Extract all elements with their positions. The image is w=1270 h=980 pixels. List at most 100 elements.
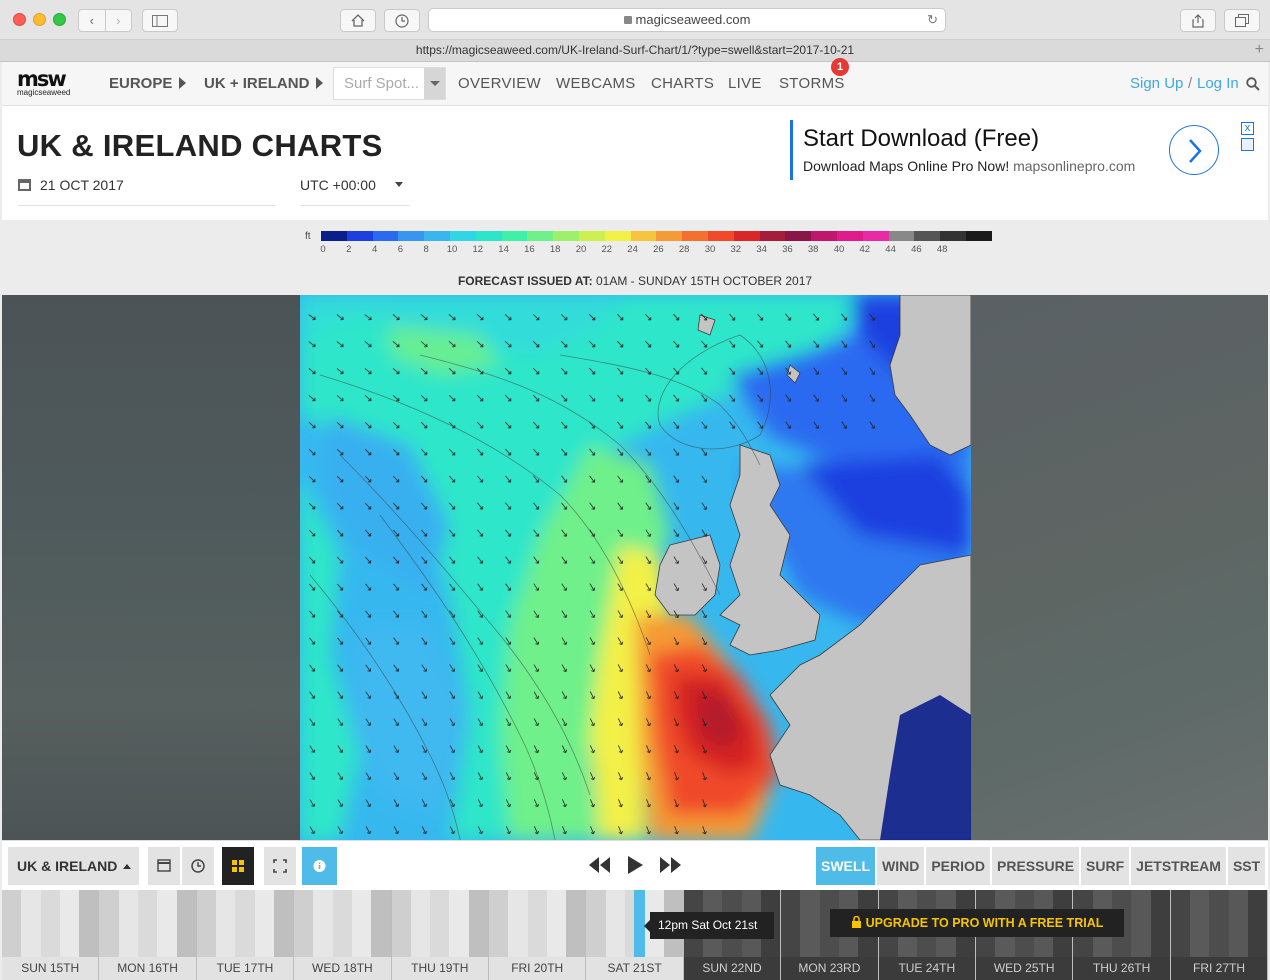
address-bar[interactable]: magicseaweed.com ↻	[428, 8, 946, 32]
sidebar-toggle-button[interactable]	[142, 9, 178, 32]
timeline-day[interactable]: SUN 15TH	[2, 890, 100, 980]
back-arrow-icon[interactable]: ‹	[79, 10, 105, 31]
ad-headline[interactable]: Start Download (Free)	[803, 125, 1039, 153]
nav-storms[interactable]: STORMS	[779, 75, 845, 92]
upgrade-pro-button[interactable]: UPGRADE TO PRO WITH A FREE TRIAL	[830, 909, 1124, 937]
tabs-button[interactable]	[1224, 9, 1260, 32]
timeline-day[interactable]: TUE 17TH	[196, 890, 295, 980]
timeline-hour-slot[interactable]	[586, 890, 606, 957]
timeline-hour-slot[interactable]	[1247, 890, 1268, 957]
play-icon[interactable]	[626, 853, 644, 877]
timeline-hour-slot[interactable]	[605, 890, 625, 957]
calendar-button[interactable]	[148, 847, 180, 885]
ad-close-icon[interactable]: x	[1241, 122, 1254, 135]
window-minimize-button[interactable]	[33, 13, 46, 26]
fullscreen-button[interactable]	[264, 847, 296, 885]
timeline-hour-slot[interactable]	[137, 890, 158, 957]
timeline-hour-slot[interactable]	[79, 890, 99, 957]
tab-period[interactable]: PERIOD	[926, 847, 991, 885]
surf-spot-select[interactable]: Surf Spot...	[333, 67, 446, 100]
timeline-hour-slot[interactable]	[566, 890, 586, 957]
tab-pressure[interactable]: PRESSURE	[992, 847, 1080, 885]
time-button[interactable]	[182, 847, 214, 885]
timeline-hour-slots[interactable]	[196, 890, 294, 957]
forecast-timeline[interactable]: FRI 27TH THU 26TH WED 25TH TUE 24TH MON 23RD…	[2, 890, 1268, 980]
swell-map[interactable]	[300, 295, 971, 840]
tab-sst[interactable]: SST	[1227, 847, 1266, 885]
timeline-hour-slot[interactable]	[800, 890, 820, 957]
timeline-day[interactable]: THU 19TH	[391, 890, 489, 980]
timeline-hour-slot[interactable]	[216, 890, 236, 957]
breadcrumb-uk-ireland[interactable]: UK + IRELAND	[204, 75, 324, 92]
timeline-hour-slot[interactable]	[196, 890, 217, 957]
timeline-hour-slot[interactable]	[489, 890, 509, 957]
fast-forward-icon[interactable]	[658, 853, 682, 877]
timeline-hour-slot[interactable]	[99, 890, 119, 957]
back-forward-buttons[interactable]: ‹ ›	[78, 9, 132, 32]
timeline-hour-slot[interactable]	[371, 890, 391, 957]
timeline-day[interactable]: FRI 20TH	[489, 890, 587, 980]
timeline-hour-slot[interactable]	[40, 890, 60, 957]
rewind-icon[interactable]	[588, 853, 612, 877]
timeline-hour-slot[interactable]	[410, 890, 431, 957]
nav-charts[interactable]: CHARTS	[651, 75, 714, 92]
timeline-hour-slot[interactable]	[449, 890, 469, 957]
timeline-hour-slot[interactable]	[527, 890, 547, 957]
timeline-hour-slot[interactable]	[508, 890, 528, 957]
timeline-hour-slot[interactable]	[1131, 890, 1151, 957]
timeline-hour-slot[interactable]	[176, 890, 196, 957]
breadcrumb-europe[interactable]: EUROPE	[109, 75, 187, 92]
timeline-hour-slot[interactable]	[313, 890, 333, 957]
home-button[interactable]	[340, 9, 376, 32]
history-button[interactable]	[384, 9, 420, 32]
timeline-hour-slot[interactable]	[1209, 890, 1229, 957]
sign-up-link[interactable]: Sign Up	[1130, 75, 1183, 92]
chart-area[interactable]	[2, 295, 1268, 840]
forward-arrow-icon[interactable]: ›	[104, 10, 132, 31]
timeline-hour-slot[interactable]	[294, 890, 314, 957]
dropdown-arrow-icon[interactable]	[424, 68, 445, 99]
timeline-hour-slot[interactable]	[391, 890, 411, 957]
timeline-hour-slot[interactable]	[1170, 890, 1191, 957]
tab-surf[interactable]: SURF	[1081, 847, 1130, 885]
timeline-hour-slot[interactable]	[781, 890, 801, 957]
timeline-hour-slot[interactable]	[468, 890, 488, 957]
nav-live[interactable]: LIVE	[728, 75, 762, 92]
timezone-select[interactable]: UTC +00:00	[300, 174, 410, 206]
timeline-hour-slot[interactable]	[352, 890, 372, 957]
timeline-hour-slot[interactable]	[254, 890, 274, 957]
timeline-hour-slots[interactable]	[391, 890, 488, 957]
timeline-hour-slots[interactable]	[99, 890, 196, 957]
timeline-hour-slot[interactable]	[1190, 890, 1210, 957]
tab-jetstream[interactable]: JETSTREAM	[1131, 847, 1226, 885]
timeline-hour-slot[interactable]	[21, 890, 41, 957]
timeline-hour-slot[interactable]	[546, 890, 567, 957]
tab-swell[interactable]: SWELL	[816, 847, 875, 885]
date-picker[interactable]: 21 OCT 2017	[18, 174, 276, 206]
timeline-hour-slot[interactable]	[332, 890, 353, 957]
nav-overview[interactable]: OVERVIEW	[458, 75, 541, 92]
advert-banner[interactable]: Start Download (Free) Download Maps Onli…	[790, 120, 1254, 180]
search-icon[interactable]	[1246, 77, 1260, 91]
log-in-link[interactable]: Log In	[1197, 75, 1239, 92]
timeline-hour-slots[interactable]	[294, 890, 391, 957]
timeline-day[interactable]: FRI 27TH	[1170, 890, 1268, 980]
reload-icon[interactable]: ↻	[927, 9, 938, 31]
timeline-hour-slot[interactable]	[1150, 890, 1170, 957]
ad-info-icon[interactable]	[1241, 138, 1254, 151]
window-close-button[interactable]	[13, 13, 26, 26]
ad-go-button[interactable]	[1169, 125, 1219, 175]
timeline-hour-slots[interactable]	[489, 890, 586, 957]
tab-wind[interactable]: WIND	[877, 847, 925, 885]
msw-logo[interactable]: msw magicseaweed	[17, 69, 87, 97]
timeline-hour-slots[interactable]	[2, 890, 99, 957]
share-button[interactable]	[1180, 9, 1216, 32]
info-button[interactable]	[302, 847, 337, 885]
timeline-hour-slot[interactable]	[273, 890, 294, 957]
timeline-day[interactable]: MON 16TH	[99, 890, 197, 980]
timeline-hour-slot[interactable]	[430, 890, 450, 957]
timeline-hour-slot[interactable]	[59, 890, 80, 957]
timeline-hour-slot[interactable]	[2, 890, 22, 957]
window-zoom-button[interactable]	[53, 13, 66, 26]
timeline-hour-slot[interactable]	[157, 890, 177, 957]
